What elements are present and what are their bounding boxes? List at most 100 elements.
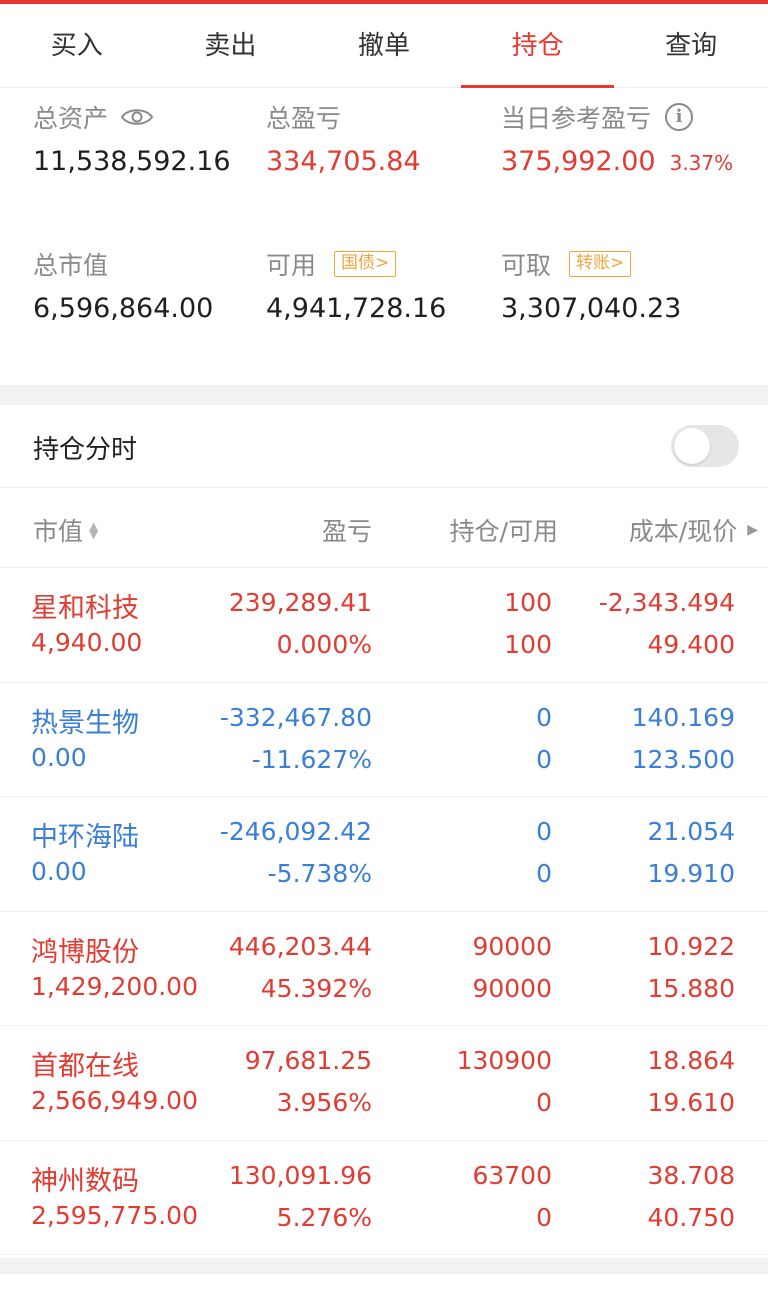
position-quantity: 100: [504, 588, 552, 617]
profit-loss: 239,289.41: [228, 588, 372, 617]
position-quantity: 0: [536, 702, 552, 732]
account-summary: 总资产 11,538,592.16 总盈亏 334,705.84 当日参考盈亏 …: [0, 88, 768, 385]
tab-sell[interactable]: 卖出: [154, 4, 308, 88]
table-row[interactable]: 中环海陆 0.00 -246,092.42 -5.738% 0 0 21.054 19.910: [0, 797, 768, 912]
available-cell: 可用 国债> 4,941,728.16: [266, 247, 446, 324]
available-quantity: 0: [536, 744, 552, 774]
header-pl: 盈亏: [322, 512, 372, 548]
tab-positions[interactable]: 持仓: [460, 4, 615, 88]
stock-name: 热景生物: [31, 707, 139, 739]
tab-positions-label: 持仓: [511, 31, 564, 61]
current-price: 123.500: [631, 744, 735, 774]
tab-query[interactable]: 查询: [614, 4, 768, 88]
tab-buy-label: 买入: [50, 31, 103, 61]
section-divider: [0, 385, 768, 405]
tab-cancel-order[interactable]: 撤单: [307, 4, 461, 88]
daily-pl-value: 375,992.00: [501, 146, 656, 177]
stock-name: 星和科技: [31, 593, 139, 624]
table-row[interactable]: 神州数码 2,595,775.00 130,091.96 5.276% 63700 0 38…: [0, 1141, 768, 1255]
cost-price: 140.169: [631, 702, 735, 732]
profit-loss-percent: 45.392%: [260, 973, 372, 1003]
current-price: 15.880: [647, 973, 735, 1003]
market-value: 4,940.00: [31, 628, 143, 657]
profit-loss-percent: -11.627%: [251, 744, 372, 774]
table-row[interactable]: 鸿博股份 1,429,200.00 446,203.44 45.392% 90000 90…: [0, 912, 768, 1026]
profit-loss: 97,681.25: [244, 1046, 372, 1075]
market-value: 1,429,200.00: [31, 971, 198, 1001]
chevron-right-icon: ▶: [747, 522, 758, 538]
current-price: 19.610: [647, 1088, 735, 1117]
table-row[interactable]: 星和科技 4,940.00 239,289.41 0.000% 100 100 -2,343…: [0, 568, 768, 683]
total-pl-cell: 总盈亏 334,705.84: [266, 100, 421, 177]
header-cost-price-label: 成本/现价: [628, 517, 738, 546]
total-assets-value: 11,538,592.16: [33, 146, 231, 177]
tab-sell-label: 卖出: [204, 31, 257, 61]
table-row[interactable]: 首都在线 2,566,949.00 97,681.25 3.956% 130900 0 18…: [0, 1026, 768, 1141]
treasury-bond-badge[interactable]: 国债>: [334, 251, 397, 277]
current-price: 49.400: [647, 630, 735, 659]
market-value: 2,595,775.00: [31, 1200, 198, 1230]
position-quantity: 63700: [472, 1160, 552, 1190]
sort-icon: ▲ ▼: [89, 519, 99, 541]
available-quantity: 0: [536, 1088, 552, 1117]
current-price: 19.910: [647, 859, 735, 888]
profit-loss-percent: 5.276%: [276, 1202, 372, 1232]
toggle-knob: [674, 428, 710, 464]
tab-query-label: 查询: [665, 31, 718, 61]
cost-price: 18.864: [647, 1046, 735, 1075]
table-row[interactable]: 热景生物 0.00 -332,467.80 -11.627% 0 0 140.169 123.…: [0, 683, 768, 797]
holding-time-row: 持仓分时: [0, 405, 768, 488]
bottom-divider: [0, 1258, 768, 1274]
cost-price: 21.054: [647, 817, 735, 846]
market-value-cell: 总市值 6,596,864.00: [33, 247, 213, 324]
tab-cancel-order-label: 撤单: [357, 31, 410, 61]
cost-price: 38.708: [647, 1160, 735, 1190]
header-market-value[interactable]: 市值 ▲ ▼: [33, 512, 98, 548]
header-cost-price[interactable]: 成本/现价 ▶: [629, 512, 758, 548]
available-value: 4,941,728.16: [266, 293, 447, 324]
profit-loss-percent: 0.000%: [276, 630, 372, 659]
holding-time-label: 持仓分时: [33, 435, 138, 465]
info-icon[interactable]: i: [665, 103, 694, 131]
positions-table-body: 星和科技 4,940.00 239,289.41 0.000% 100 100 -2,343…: [0, 568, 768, 1255]
withdrawable-cell: 可取 转账> 3,307,040.23: [501, 247, 681, 324]
positions-table-header: 市值 ▲ ▼ 盈亏 持仓/可用 成本/现价 ▶: [0, 488, 768, 568]
profit-loss-percent: 3.956%: [276, 1088, 372, 1117]
available-quantity: 0: [536, 1202, 552, 1232]
eye-icon[interactable]: [120, 106, 154, 128]
holding-time-toggle[interactable]: [671, 425, 739, 467]
current-price: 40.750: [647, 1202, 735, 1232]
profit-loss-percent: -5.738%: [267, 859, 372, 888]
cost-price: -2,343.494: [598, 588, 735, 617]
total-assets-label: 总资产: [33, 104, 109, 133]
profit-loss: 446,203.44: [228, 931, 372, 961]
market-value: 0.00: [31, 857, 87, 886]
profit-loss: 130,091.96: [228, 1160, 372, 1190]
profit-loss: -246,092.42: [219, 817, 372, 846]
market-value: 0.00: [31, 742, 87, 772]
tab-buy[interactable]: 买入: [0, 4, 154, 88]
transfer-badge[interactable]: 转账>: [569, 251, 632, 277]
total-pl-label: 总盈亏: [266, 104, 342, 133]
position-quantity: 130900: [456, 1046, 552, 1075]
withdrawable-value: 3,307,040.23: [501, 293, 682, 324]
cost-price: 10.922: [647, 931, 735, 961]
withdrawable-label: 可取: [501, 251, 552, 280]
daily-pl-percent: 3.37%: [669, 151, 734, 175]
stock-name: 神州数码: [31, 1165, 139, 1197]
header-position: 持仓/可用: [450, 512, 558, 548]
stock-name: 中环海陆: [31, 822, 139, 853]
available-quantity: 90000: [472, 973, 552, 1003]
trade-tabs: 买入 卖出 撤单 持仓 查询: [0, 4, 768, 88]
header-pl-label: 盈亏: [321, 517, 372, 546]
available-quantity: 0: [536, 859, 552, 888]
header-position-label: 持仓/可用: [449, 517, 558, 546]
header-market-value-label: 市值: [33, 517, 84, 546]
daily-pl-label: 当日参考盈亏: [501, 104, 652, 133]
available-quantity: 100: [504, 630, 552, 659]
total-assets-cell: 总资产 11,538,592.16: [33, 100, 231, 177]
market-value-label: 总市值: [33, 251, 109, 280]
market-value: 2,566,949.00: [31, 1086, 198, 1115]
stock-name: 首都在线: [31, 1051, 139, 1082]
position-quantity: 0: [536, 817, 552, 846]
